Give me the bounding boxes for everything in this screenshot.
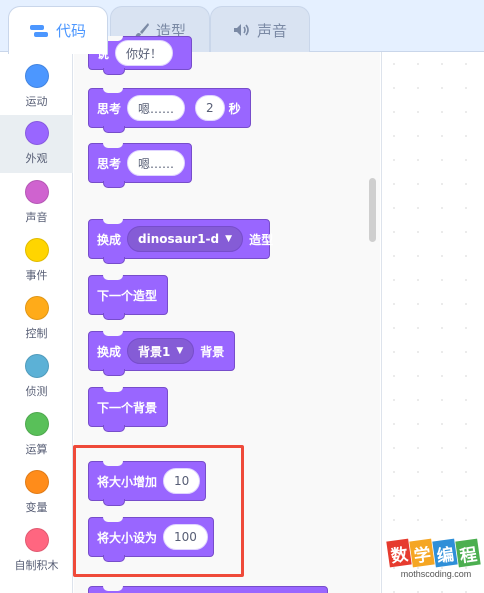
category-motion[interactable]: 运动: [0, 58, 73, 116]
category-dot-icon: [24, 64, 49, 88]
block-text: 换成: [97, 344, 122, 359]
chevron-down-icon: ▼: [176, 346, 184, 356]
tab-sound-label: 声音: [256, 21, 287, 40]
switch-backdrop-block[interactable]: 换成 背景1 ▼ 背景: [88, 331, 235, 376]
category-label: 运动: [25, 95, 48, 108]
watermark-char: 编: [432, 538, 458, 568]
switch-costume-block[interactable]: 换成 dinosaur1-d ▼ 造型: [88, 219, 274, 264]
category-menu: 运动 外观 声音 事件 控制 侦测 运算 变量 自制积木: [0, 52, 73, 593]
tab-code[interactable]: 代码: [8, 6, 108, 54]
block-text: 思考: [97, 101, 122, 116]
category-events[interactable]: 事件: [0, 232, 73, 290]
category-sound[interactable]: 声音: [0, 174, 73, 232]
code-workspace[interactable]: [381, 52, 484, 593]
category-label: 事件: [25, 269, 48, 282]
backdrop-dropdown[interactable]: 背景1 ▼: [127, 338, 195, 364]
watermark-site: mothscoding.com: [400, 569, 472, 579]
next-costume-block[interactable]: 下一个造型: [88, 275, 168, 320]
category-dot-icon: [24, 470, 49, 494]
code-icon: [29, 24, 50, 38]
tab-sound[interactable]: 声音: [210, 6, 310, 53]
tab-code-label: 代码: [55, 22, 86, 40]
category-operators[interactable]: 运算: [0, 406, 73, 464]
watermark-chars: 数 学 编 程: [386, 538, 484, 568]
category-label: 声音: [25, 211, 48, 224]
block-text: 下一个背景: [97, 400, 158, 415]
think-for-secs-block[interactable]: 思考 嗯…… 2 秒: [88, 88, 251, 133]
category-variables[interactable]: 变量: [0, 464, 73, 522]
dropdown-value: dinosaur1-d: [138, 232, 220, 246]
category-dot-icon: [24, 121, 49, 145]
block-text: 下一个造型: [97, 288, 158, 303]
say-input[interactable]: 你好！: [115, 40, 174, 66]
category-sensing[interactable]: 侦测: [0, 348, 73, 406]
category-control[interactable]: 控制: [0, 290, 73, 348]
category-dot-icon: [24, 412, 49, 436]
think-input[interactable]: 嗯……: [127, 150, 186, 176]
think-input[interactable]: 嗯……: [127, 95, 186, 121]
category-dot-icon: [24, 238, 49, 262]
costume-dropdown[interactable]: dinosaur1-d ▼: [127, 226, 244, 252]
watermark-logo: 数 学 编 程 mothscoding.com: [386, 538, 484, 593]
category-label: 运算: [25, 443, 48, 456]
partial-block[interactable]: [88, 586, 328, 593]
block-text: 造型: [249, 232, 274, 247]
category-looks[interactable]: 外观: [0, 115, 73, 173]
category-my-blocks[interactable]: 自制积木: [0, 522, 73, 580]
category-label: 侦测: [25, 385, 48, 398]
secs-input[interactable]: 2: [195, 95, 225, 121]
highlight-box: [73, 445, 244, 577]
category-label: 控制: [25, 327, 48, 340]
tab-bar: 代码 造型 声音: [0, 0, 484, 54]
watermark-char: 数: [386, 538, 412, 568]
category-label: 自制积木: [14, 559, 59, 572]
speaker-icon: [233, 23, 251, 37]
category-dot-icon: [24, 354, 49, 378]
think-block[interactable]: 思考 嗯……: [88, 143, 192, 188]
category-dot-icon: [24, 528, 49, 552]
category-label: 外观: [25, 152, 48, 165]
next-backdrop-block[interactable]: 下一个背景: [88, 387, 168, 432]
block-text: 换成: [97, 232, 122, 247]
category-dot-icon: [24, 296, 49, 320]
watermark-char: 学: [409, 538, 435, 568]
category-dot-icon: [24, 180, 49, 204]
watermark-char: 程: [455, 538, 481, 568]
dropdown-value: 背景1: [138, 344, 171, 359]
block-text: 背景: [200, 344, 225, 359]
chevron-down-icon: ▼: [225, 234, 233, 244]
block-text: 秒: [228, 101, 241, 116]
category-label: 变量: [25, 501, 48, 514]
palette-scrollbar[interactable]: [369, 178, 376, 242]
block-text: 思考: [97, 156, 122, 171]
